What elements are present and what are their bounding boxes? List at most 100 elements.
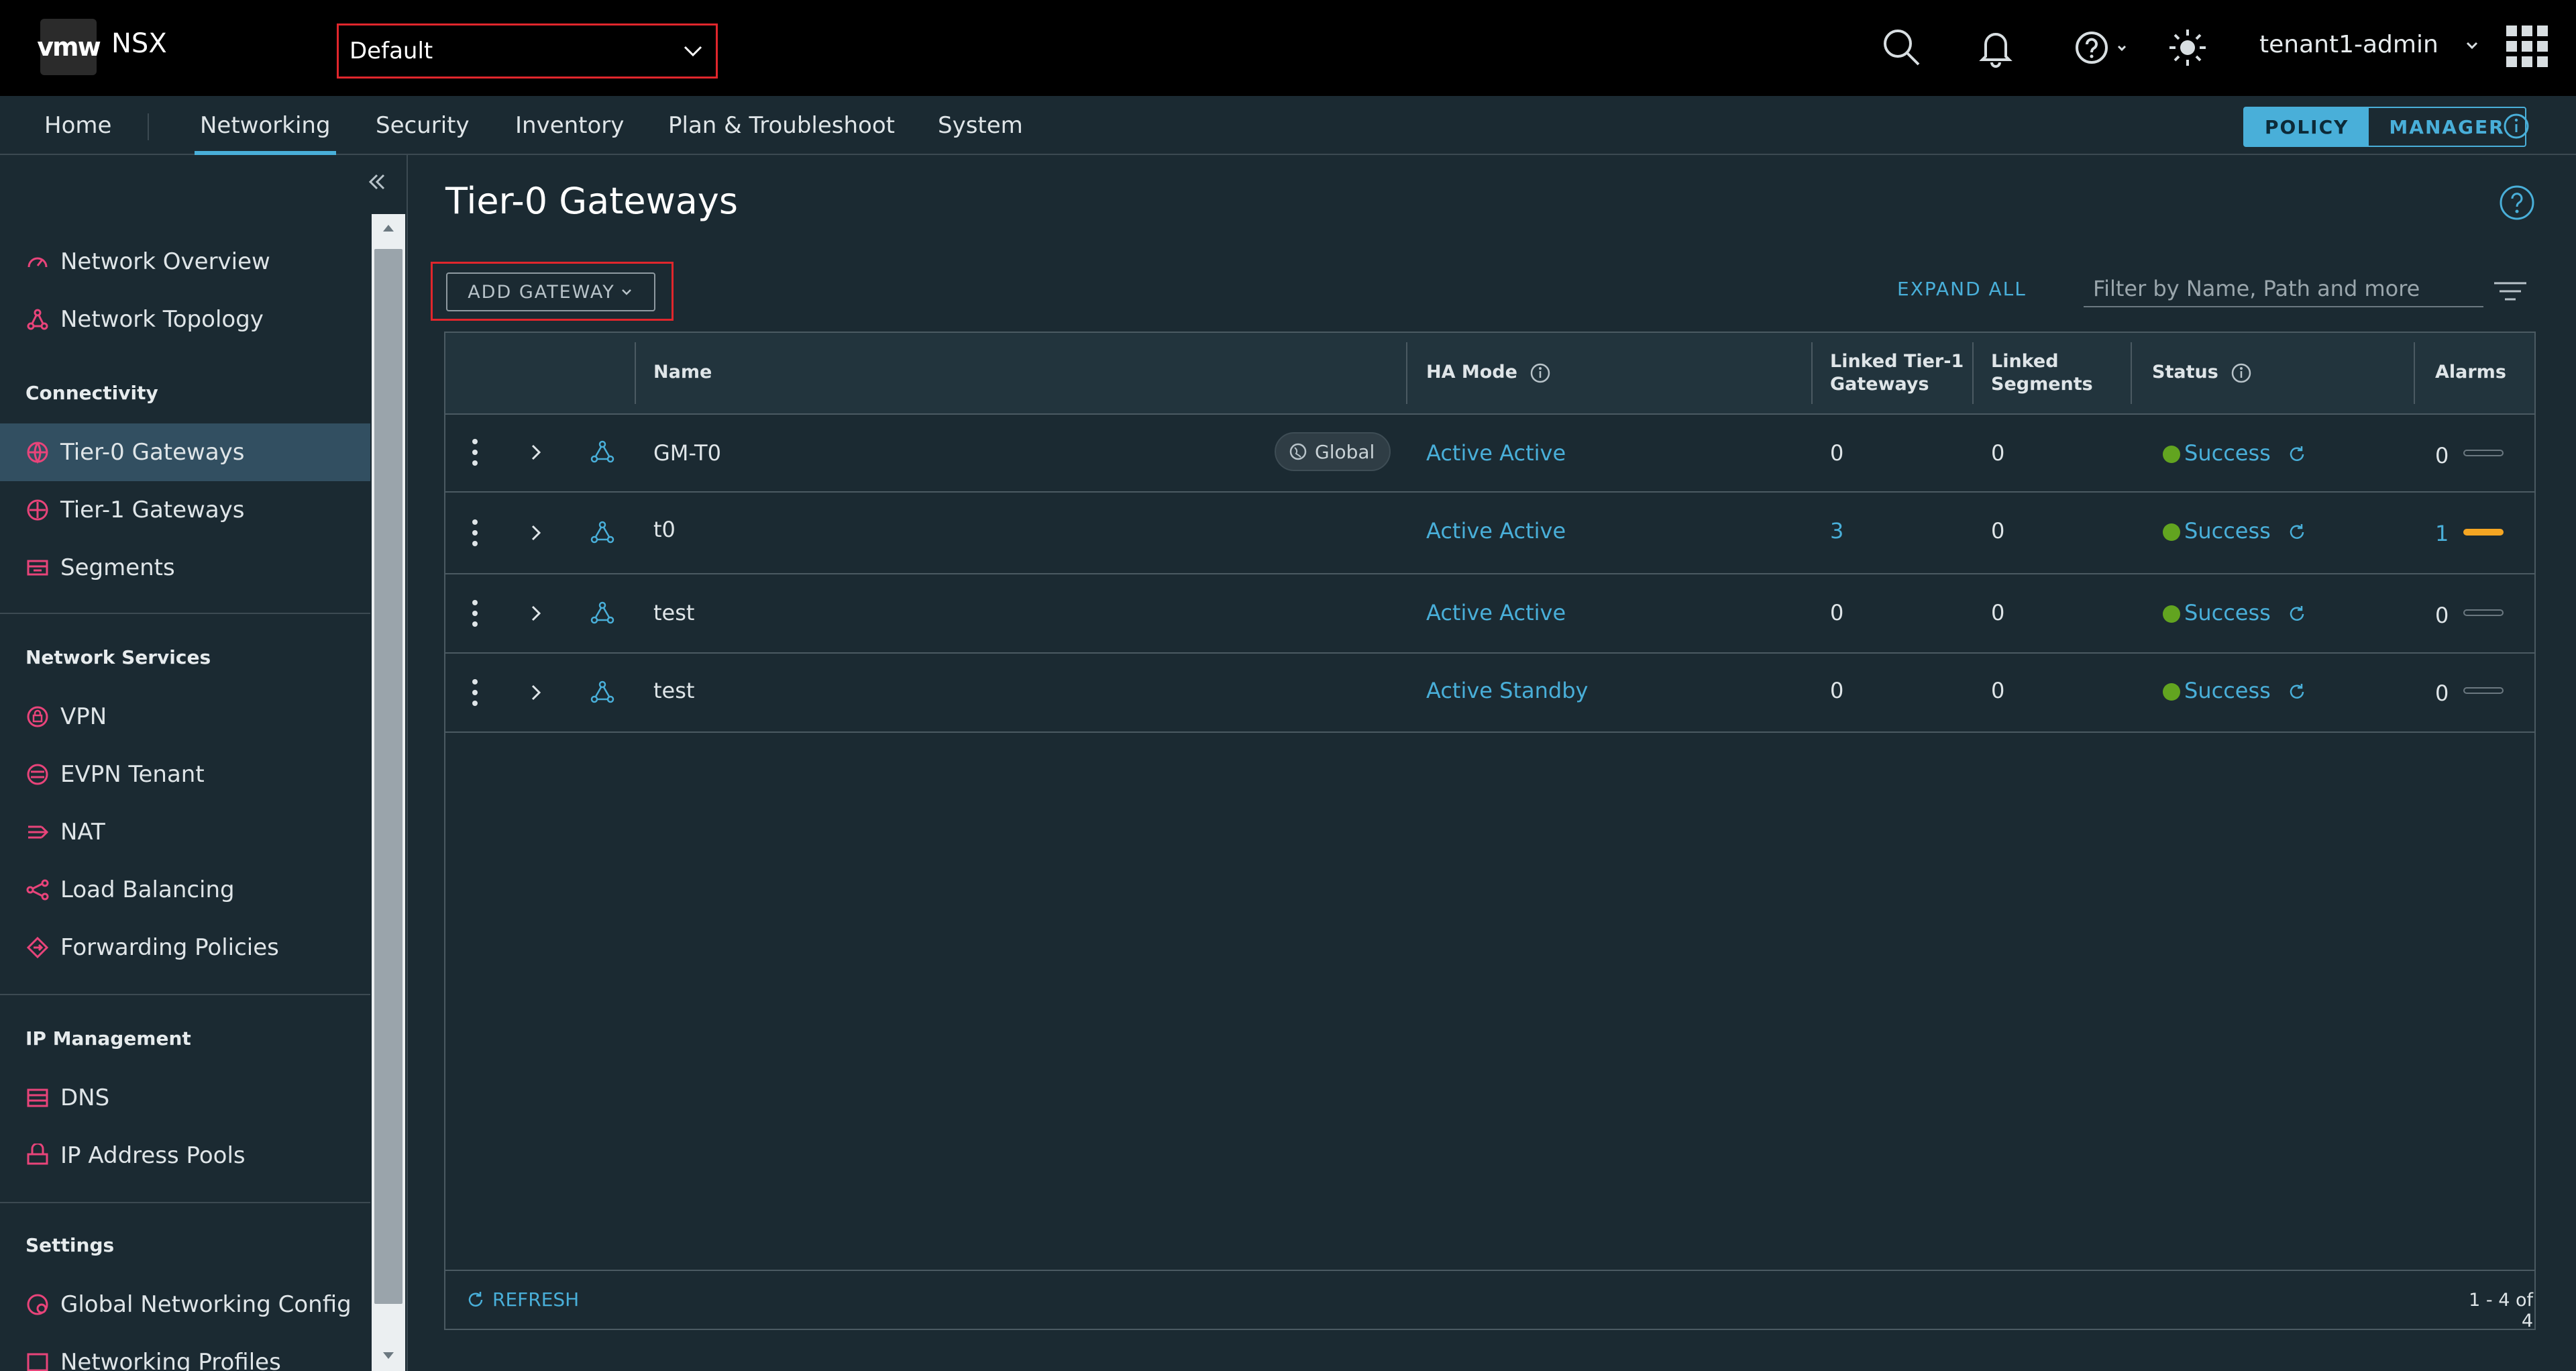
sidebar-item-network-overview[interactable]: Network Overview <box>0 233 370 291</box>
row-actions-kebab-icon[interactable] <box>471 599 479 628</box>
table-row[interactable]: GM-T0 Global Active Active 0 0 Success 0 <box>445 413 2534 493</box>
sidebar-scrollbar[interactable] <box>372 214 405 1371</box>
linked-tier1-label-line1: Linked Tier-1 <box>1830 351 1964 372</box>
linked-segments-count: 0 <box>1991 678 2005 703</box>
sidebar-item-ip-address-pools[interactable]: IP Address Pools <box>0 1127 370 1184</box>
ip-pool-icon <box>27 1144 48 1165</box>
add-gateway-button[interactable]: ADD GATEWAY <box>446 272 655 311</box>
gateway-name: test <box>653 678 695 703</box>
page-help-icon[interactable] <box>2498 184 2536 221</box>
sidebar-item-label: Global Networking Config <box>60 1291 352 1318</box>
row-actions-kebab-icon[interactable] <box>471 518 479 548</box>
success-status-dot <box>2163 683 2180 701</box>
scroll-down-icon[interactable] <box>380 1348 396 1362</box>
alarm-bar <box>2463 687 2504 694</box>
tab-security[interactable]: Security <box>376 112 470 139</box>
refresh-status-icon[interactable] <box>2287 522 2307 542</box>
linked-tier1-count-link[interactable]: 3 <box>1830 518 1843 544</box>
filter-icon[interactable] <box>2493 279 2528 303</box>
table-row[interactable]: test Active Standby 0 0 Success 0 <box>445 654 2534 733</box>
sidebar-item-vpn[interactable]: VPN <box>0 688 370 746</box>
sidebar-item-tier-0-gateways[interactable]: Tier-0 Gateways <box>0 423 370 481</box>
ha-mode-link[interactable]: Active Active <box>1426 440 1566 466</box>
ha-mode-link[interactable]: Active Active <box>1426 518 1566 544</box>
theme-sun-icon[interactable] <box>2164 24 2211 71</box>
tab-inventory[interactable]: Inventory <box>515 112 624 139</box>
alarm-count-link[interactable]: 1 <box>2435 521 2449 546</box>
sidebar-item-evpn-tenant[interactable]: EVPN Tenant <box>0 746 370 803</box>
column-separator <box>2414 342 2415 404</box>
row-actions-kebab-icon[interactable] <box>471 678 479 707</box>
sidebar-item-global-networking-config[interactable]: Global Networking Config <box>0 1276 370 1333</box>
table-row[interactable]: t0 Active Active 3 0 Success 1 <box>445 493 2534 574</box>
policy-manager-toggle: POLICY MANAGER <box>2243 107 2526 147</box>
sidebar-item-tier-1-gateways[interactable]: Tier-1 Gateways <box>0 481 370 539</box>
sidebar-item-dns[interactable]: DNS <box>0 1069 370 1127</box>
bell-icon[interactable] <box>1972 24 2019 71</box>
filter-input[interactable] <box>2084 271 2483 307</box>
app-name: NSX <box>111 28 167 59</box>
collapse-sidebar-icon[interactable] <box>364 168 390 195</box>
sidebar-item-label: Networking Profiles <box>60 1349 281 1371</box>
linked-segments-count: 0 <box>1991 440 2005 466</box>
column-header-status[interactable]: Status <box>2152 361 2253 385</box>
gateway-topology-icon <box>590 601 614 624</box>
gateway-name: t0 <box>653 517 676 542</box>
alarm-count: 0 <box>2435 603 2449 628</box>
sidebar-item-segments[interactable]: Segments <box>0 539 370 597</box>
info-icon[interactable] <box>1529 362 1552 385</box>
column-header-name[interactable]: Name <box>653 361 712 384</box>
project-select[interactable]: Default <box>337 23 718 79</box>
info-icon[interactable] <box>2230 362 2253 385</box>
sidebar-item-label: Tier-1 Gateways <box>60 497 245 523</box>
status-text[interactable]: Success <box>2184 678 2271 703</box>
refresh-status-icon[interactable] <box>2287 604 2307 624</box>
refresh-status-icon[interactable] <box>2287 682 2307 702</box>
expand-row-chevron-icon[interactable] <box>529 442 543 463</box>
sidebar-item-forwarding-policies[interactable]: Forwarding Policies <box>0 919 370 976</box>
tab-home[interactable]: Home <box>44 112 111 139</box>
sidebar-item-nat[interactable]: NAT <box>0 803 370 861</box>
project-select-value: Default <box>350 38 433 64</box>
refresh-status-icon[interactable] <box>2287 444 2307 464</box>
sidebar-item-network-topology[interactable]: Network Topology <box>0 291 370 348</box>
column-header-linked-tier1[interactable]: Linked Tier-1 Gateways <box>1830 350 1964 396</box>
column-header-linked-segments[interactable]: Linked Segments <box>1991 350 2093 396</box>
gateway-name: test <box>653 600 695 625</box>
ha-mode-link[interactable]: Active Standby <box>1426 678 1588 703</box>
row-actions-kebab-icon[interactable] <box>471 438 479 467</box>
ha-mode-link[interactable]: Active Active <box>1426 600 1566 625</box>
search-icon[interactable] <box>1878 24 1925 71</box>
tab-plan-troubleshoot[interactable]: Plan & Troubleshoot <box>668 112 895 139</box>
column-header-ha-mode[interactable]: HA Mode <box>1426 361 1552 385</box>
manager-mode-button[interactable]: MANAGER <box>2369 108 2524 146</box>
sidebar-item-networking-profiles[interactable]: Networking Profiles <box>0 1333 370 1371</box>
help-icon[interactable] <box>2072 24 2132 71</box>
table-row[interactable]: test Active Active 0 0 Success 0 <box>445 574 2534 654</box>
refresh-button[interactable]: REFRESH <box>466 1288 579 1311</box>
ha-mode-label: HA Mode <box>1426 362 1517 383</box>
status-cell: Success <box>2163 440 2307 466</box>
expand-row-chevron-icon[interactable] <box>529 603 543 624</box>
column-header-alarms[interactable]: Alarms <box>2435 361 2506 384</box>
sidebar-scroll-thumb[interactable] <box>374 249 402 1304</box>
vpn-lock-icon <box>27 706 48 727</box>
tab-networking[interactable]: Networking <box>195 112 336 155</box>
sidebar-item-load-balancing[interactable]: Load Balancing <box>0 861 370 919</box>
load-balancer-icon <box>26 879 49 901</box>
user-menu[interactable]: tenant1-admin <box>2259 31 2482 58</box>
status-cell: Success <box>2163 678 2307 703</box>
info-icon[interactable] <box>2502 112 2530 140</box>
expand-all-button[interactable]: EXPAND ALL <box>1897 278 2027 300</box>
app-switcher-grid-icon[interactable] <box>2505 24 2549 68</box>
gateway-topology-icon <box>590 680 614 703</box>
status-text[interactable]: Success <box>2184 440 2271 466</box>
scroll-up-icon[interactable] <box>380 222 396 236</box>
status-text[interactable]: Success <box>2184 600 2271 625</box>
expand-row-chevron-icon[interactable] <box>529 522 543 544</box>
policy-mode-button[interactable]: POLICY <box>2245 108 2369 146</box>
status-text[interactable]: Success <box>2184 518 2271 544</box>
expand-row-chevron-icon[interactable] <box>529 682 543 703</box>
pagination-info: 1 - 4 of 4 <box>2469 1290 2533 1331</box>
tab-system[interactable]: System <box>938 112 1023 139</box>
